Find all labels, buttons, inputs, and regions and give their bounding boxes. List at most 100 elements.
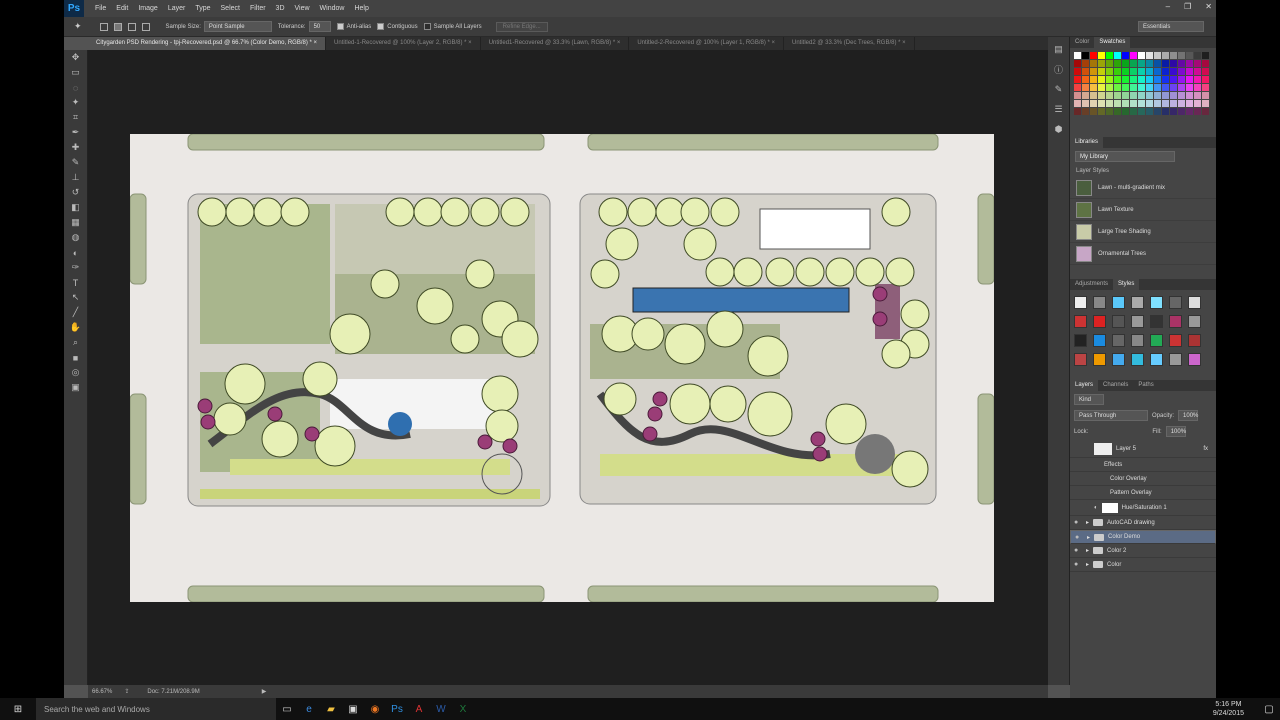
swatch[interactable] [1194, 76, 1201, 83]
layer-row-hue-sat[interactable]: ◐ Hue/Saturation 1 [1070, 500, 1216, 516]
eraser-tool-icon[interactable]: ◧ [64, 200, 87, 215]
eye-icon[interactable]: ● [1074, 561, 1082, 568]
swatch[interactable] [1202, 76, 1209, 83]
style-preset[interactable] [1150, 334, 1163, 347]
swatch[interactable] [1186, 68, 1193, 75]
swatch[interactable] [1082, 52, 1089, 59]
style-preset[interactable] [1093, 334, 1106, 347]
crop-tool-icon[interactable]: ⌗ [64, 110, 87, 125]
swatch[interactable] [1098, 84, 1105, 91]
style-preset[interactable] [1131, 296, 1144, 309]
swatch[interactable] [1162, 68, 1169, 75]
swatch[interactable] [1098, 60, 1105, 67]
style-preset[interactable] [1150, 315, 1163, 328]
document-tab[interactable]: Untitled-1-Recovered @ 100% (Layer 2, RG… [326, 37, 481, 50]
eye-icon[interactable]: ● [1075, 534, 1083, 541]
swatch[interactable] [1090, 76, 1097, 83]
tab-layers[interactable]: Layers [1070, 380, 1099, 391]
site-plan-document[interactable] [130, 134, 994, 602]
swatch[interactable] [1090, 84, 1097, 91]
swatch[interactable] [1130, 108, 1137, 115]
excel-icon[interactable]: X [452, 698, 474, 720]
document-tab[interactable]: Untitled1-Recovered @ 33.3% (Lawn, RGB/8… [481, 37, 630, 50]
swatch[interactable] [1186, 108, 1193, 115]
style-preset[interactable] [1074, 334, 1087, 347]
swatch[interactable] [1202, 60, 1209, 67]
document-tab[interactable]: Untitled2 @ 33.3% (Dec Trees, RGB/8) * × [784, 37, 915, 50]
swatch[interactable] [1194, 92, 1201, 99]
swatch[interactable] [1194, 68, 1201, 75]
library-item[interactable]: Lawn Texture [1070, 199, 1216, 221]
layer-row-layer5[interactable]: Layer 5 fx [1070, 440, 1216, 458]
canvas-area[interactable] [88, 50, 1048, 685]
expand-arrow-icon[interactable]: ▸ [1086, 519, 1089, 526]
swatch[interactable] [1186, 52, 1193, 59]
kind-filter-select[interactable]: Kind [1074, 394, 1104, 405]
swatch[interactable] [1154, 68, 1161, 75]
close-tab-icon[interactable]: × [770, 40, 775, 46]
swatch[interactable] [1154, 100, 1161, 107]
swatch[interactable] [1138, 84, 1145, 91]
swatch[interactable] [1122, 60, 1129, 67]
swatch[interactable] [1146, 84, 1153, 91]
style-preset[interactable] [1112, 334, 1125, 347]
brush-panel-icon[interactable]: ✎ [1048, 81, 1069, 97]
swatch[interactable] [1106, 92, 1113, 99]
swatch[interactable] [1178, 60, 1185, 67]
move-tool-icon[interactable]: ✥ [64, 50, 87, 65]
fill-input[interactable]: 100% [1165, 426, 1186, 437]
shape-tool-icon[interactable]: ╱ [64, 305, 87, 320]
stamp-tool-icon[interactable]: ⊥ [64, 170, 87, 185]
properties-icon[interactable]: ☰ [1048, 101, 1069, 117]
swatch[interactable] [1098, 108, 1105, 115]
swatch[interactable] [1138, 60, 1145, 67]
swatch[interactable] [1146, 68, 1153, 75]
swatch[interactable] [1146, 52, 1153, 59]
swatch[interactable] [1170, 100, 1177, 107]
swatch[interactable] [1146, 92, 1153, 99]
taskbar-search[interactable]: Search the web and Windows [36, 698, 276, 720]
layer-name[interactable]: Hue/Saturation 1 [1122, 505, 1167, 511]
notifications-icon[interactable]: ▢ [1258, 698, 1280, 720]
swatch[interactable] [1202, 92, 1209, 99]
firefox-icon[interactable]: ◉ [364, 698, 386, 720]
document-tab[interactable]: Untitled-2-Recovered @ 100% (Layer 1, RG… [629, 37, 784, 50]
swatch[interactable] [1170, 76, 1177, 83]
tab-styles[interactable]: Styles [1113, 279, 1140, 290]
swatch[interactable] [1170, 92, 1177, 99]
style-preset[interactable] [1074, 296, 1087, 309]
layer-name[interactable]: AutoCAD drawing [1107, 520, 1155, 526]
swatch[interactable] [1090, 92, 1097, 99]
library-item[interactable]: Ornamental Trees [1070, 243, 1216, 265]
swatch[interactable] [1122, 92, 1129, 99]
swatch[interactable] [1154, 76, 1161, 83]
effects-row[interactable]: Effects [1070, 458, 1216, 472]
color-overlay-row[interactable]: Color Overlay [1070, 472, 1216, 486]
style-preset[interactable] [1169, 334, 1182, 347]
swatch[interactable] [1178, 92, 1185, 99]
swatch[interactable] [1162, 76, 1169, 83]
expand-arrow-icon[interactable]: ▸ [1086, 547, 1089, 554]
swatch[interactable] [1122, 52, 1129, 59]
eye-icon[interactable]: ● [1074, 547, 1082, 554]
zoom-tool-icon[interactable]: ⌕ [64, 335, 87, 350]
swatch[interactable] [1170, 52, 1177, 59]
swatch[interactable] [1130, 92, 1137, 99]
style-preset[interactable] [1169, 315, 1182, 328]
swatch[interactable] [1074, 84, 1081, 91]
layer-group-color[interactable]: ● ▸ Color [1070, 558, 1216, 572]
swatch[interactable] [1194, 52, 1201, 59]
swatch[interactable] [1130, 60, 1137, 67]
sample-size-select[interactable]: Point Sample [203, 21, 272, 32]
swatch[interactable] [1154, 92, 1161, 99]
close-tab-icon[interactable]: × [900, 40, 906, 46]
swatch[interactable] [1202, 100, 1209, 107]
dodge-tool-icon[interactable]: ◐ [64, 245, 87, 260]
swatch[interactable] [1114, 52, 1121, 59]
swatch[interactable] [1090, 60, 1097, 67]
swatch[interactable] [1146, 76, 1153, 83]
swatch[interactable] [1162, 60, 1169, 67]
healing-tool-icon[interactable]: ✚ [64, 140, 87, 155]
swatch[interactable] [1186, 76, 1193, 83]
layer-name[interactable]: Color [1107, 562, 1121, 568]
